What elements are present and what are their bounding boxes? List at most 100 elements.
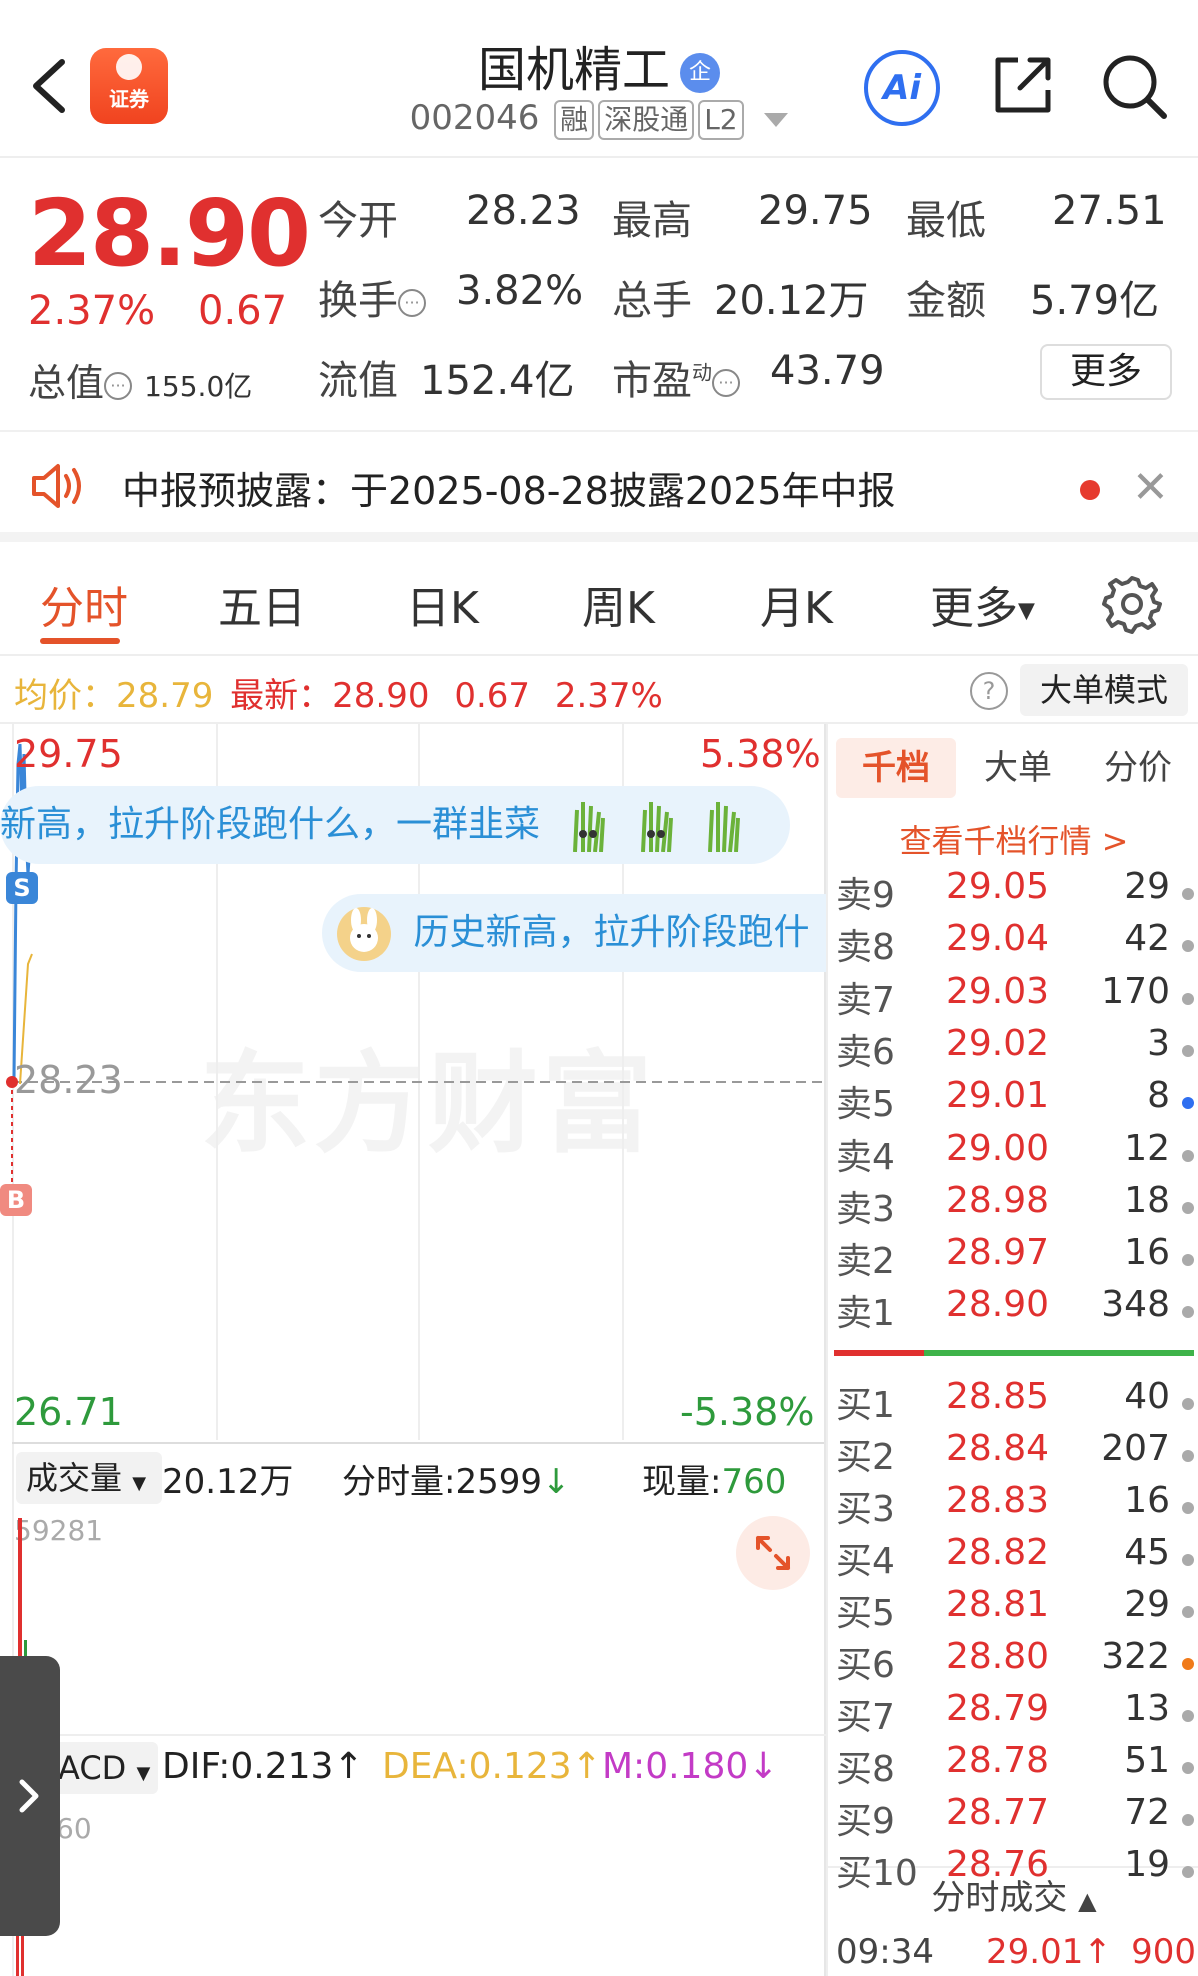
latest-change: 0.67 <box>454 676 531 716</box>
bid-row[interactable]: 买3 28.83 16 <box>836 1480 1194 1532</box>
tab-intraday[interactable]: 分时 <box>40 572 128 636</box>
total-value: 总值 ··· 155.0亿 <box>28 361 253 405</box>
tab-price-distribution[interactable]: 分价 <box>1078 738 1198 798</box>
average-price-bar: 均价：28.79 最新：28.90 0.67 2.37% ? 大单模式 <box>0 658 1198 724</box>
bid-row[interactable]: 买10 28.76 19 <box>836 1844 1194 1896</box>
share-icon[interactable] <box>990 52 1056 118</box>
order-marker-dot <box>1182 888 1194 900</box>
ask-row[interactable]: 卖7 29.03 170 <box>836 971 1194 1023</box>
ask-label: 卖8 <box>836 927 895 969</box>
ask-row[interactable]: 卖4 29.00 12 <box>836 1128 1194 1180</box>
bid-qty: 72 <box>1124 1792 1170 1833</box>
low-label: 最低 <box>906 198 986 244</box>
tab-five-day[interactable]: 五日 <box>218 572 306 636</box>
order-marker-dot <box>1182 1658 1194 1670</box>
bid-price: 28.80 <box>946 1636 1050 1677</box>
big-order-mode-button[interactable]: 大单模式 <box>1020 664 1188 716</box>
turnover-value: 3.82% <box>456 268 584 314</box>
more-quote-button[interactable]: 更多 <box>1040 344 1172 400</box>
search-icon[interactable] <box>1100 52 1170 122</box>
tab-big-orders[interactable]: 大单 <box>958 738 1078 798</box>
info-icon[interactable]: ··· <box>712 369 740 397</box>
bid-price: 28.78 <box>946 1740 1050 1781</box>
sell-marker[interactable]: S <box>6 872 38 904</box>
tab-weekly-k[interactable]: 周K <box>582 572 655 636</box>
amount-label: 金额 <box>906 278 986 324</box>
macd-header: ACD ▼ DIF:0.213↑ DEA:0.123↑ M:0.180↓ <box>0 1734 826 1798</box>
ask-label: 卖1 <box>836 1293 895 1335</box>
pe-label: 市盈动 ··· <box>612 348 740 406</box>
trade-price: 29.01↑ <box>986 1932 1112 1972</box>
pe-value: 43.79 <box>770 348 885 394</box>
axis-low-pct: -5.38% <box>680 1390 815 1434</box>
volume-bars <box>18 1518 31 1730</box>
bid-row[interactable]: 买8 28.78 51 <box>836 1740 1194 1792</box>
tab-daily-k[interactable]: 日K <box>406 572 479 636</box>
intraday-chart[interactable]: 东方财富 29.75 5.38% 28.23 26.71 -5.38% 新高，拉… <box>0 724 826 1976</box>
macd-bars <box>16 1840 24 1976</box>
comment-bubble[interactable]: 新高，拉升阶段跑什么，一群韭菜 <box>0 786 790 864</box>
ask-price: 29.02 <box>946 1022 1050 1064</box>
ask-row[interactable]: 卖9 29.05 29 <box>836 866 1194 918</box>
bid-row[interactable]: 买9 28.77 72 <box>836 1792 1194 1844</box>
ask-row[interactable]: 卖5 29.01 8 <box>836 1075 1194 1127</box>
change-amount: 0.67 <box>198 288 288 334</box>
float-value-label: 流值 <box>318 358 398 404</box>
speaker-icon <box>32 464 81 508</box>
ask-label: 卖7 <box>836 979 895 1021</box>
ask-row[interactable]: 卖2 28.97 16 <box>836 1232 1194 1284</box>
tab-thousand-levels[interactable]: 千档 <box>836 738 956 798</box>
bid-qty: 13 <box>1124 1688 1170 1729</box>
ask-price: 29.00 <box>946 1127 1050 1169</box>
ask-row[interactable]: 卖3 28.98 18 <box>836 1180 1194 1232</box>
expand-chart-button[interactable] <box>736 1516 810 1590</box>
volume-indicator-select[interactable]: 成交量 ▼ <box>16 1452 162 1504</box>
ask-row[interactable]: 卖8 29.04 42 <box>836 918 1194 970</box>
bid-row[interactable]: 买4 28.82 45 <box>836 1532 1194 1584</box>
ai-assistant-icon[interactable]: Ai <box>864 50 940 126</box>
float-value: 152.4亿 <box>420 358 575 404</box>
tab-monthly-k[interactable]: 月K <box>760 572 833 636</box>
view-thousand-levels-link[interactable]: 查看千档行情 > <box>828 816 1198 862</box>
notice-bar[interactable]: 中报预披露：于2025-08-28披露2025年中报 ✕ <box>0 430 1198 542</box>
caret-down-icon: ▼ <box>132 1473 147 1494</box>
bid-price: 28.83 <box>946 1480 1050 1521</box>
caret-down-icon: ▼ <box>136 1763 151 1784</box>
bid-row[interactable]: 买6 28.80 322 <box>836 1636 1194 1688</box>
info-icon[interactable]: ··· <box>398 289 426 317</box>
help-icon[interactable]: ? <box>970 672 1008 710</box>
axis-prev-close: 28.23 <box>14 1058 123 1102</box>
ask-row[interactable]: 卖1 28.90 348 <box>836 1284 1194 1336</box>
ask-price: 28.98 <box>946 1179 1050 1221</box>
turnover-label: 换手 ··· <box>318 268 426 326</box>
ask-row[interactable]: 卖6 29.02 3 <box>836 1023 1194 1075</box>
gear-icon[interactable] <box>1102 574 1162 634</box>
order-marker-dot <box>1182 992 1194 1005</box>
bid-price: 28.82 <box>946 1532 1050 1573</box>
bid-qty: 19 <box>1124 1844 1170 1885</box>
axis-low-price: 26.71 <box>14 1390 123 1434</box>
caret-down-icon: ▼ <box>1018 598 1035 624</box>
stock-code: 002046 <box>409 98 540 138</box>
bid-row[interactable]: 买7 28.79 13 <box>836 1688 1194 1740</box>
info-icon[interactable]: ··· <box>104 371 133 400</box>
high-value: 29.75 <box>758 188 873 234</box>
bid-row[interactable]: 买1 28.85 40 <box>836 1376 1194 1428</box>
side-drawer-toggle[interactable] <box>0 1656 60 1936</box>
latest-pct: 2.37% <box>554 676 663 716</box>
ask-price: 29.03 <box>946 970 1050 1012</box>
buy-marker[interactable]: B <box>0 1184 32 1216</box>
comment-bubble[interactable]: 历史新高，拉升阶段跑什 <box>322 894 826 972</box>
ask-qty: 12 <box>1124 1127 1170 1169</box>
bid-ask-divider <box>834 1350 1194 1356</box>
close-icon[interactable]: ✕ <box>1132 466 1169 510</box>
bid-row[interactable]: 买5 28.81 29 <box>836 1584 1194 1636</box>
tab-more[interactable]: 更多▼ <box>930 572 1035 636</box>
dropdown-triangle-icon[interactable] <box>764 112 789 127</box>
current-volume: 现量:760 <box>642 1462 787 1502</box>
bid-label: 买9 <box>836 1801 895 1842</box>
bid-qty: 51 <box>1124 1740 1170 1781</box>
volume-label: 总手 <box>612 278 692 324</box>
unread-dot <box>1080 480 1100 500</box>
bid-row[interactable]: 买2 28.84 207 <box>836 1428 1194 1480</box>
